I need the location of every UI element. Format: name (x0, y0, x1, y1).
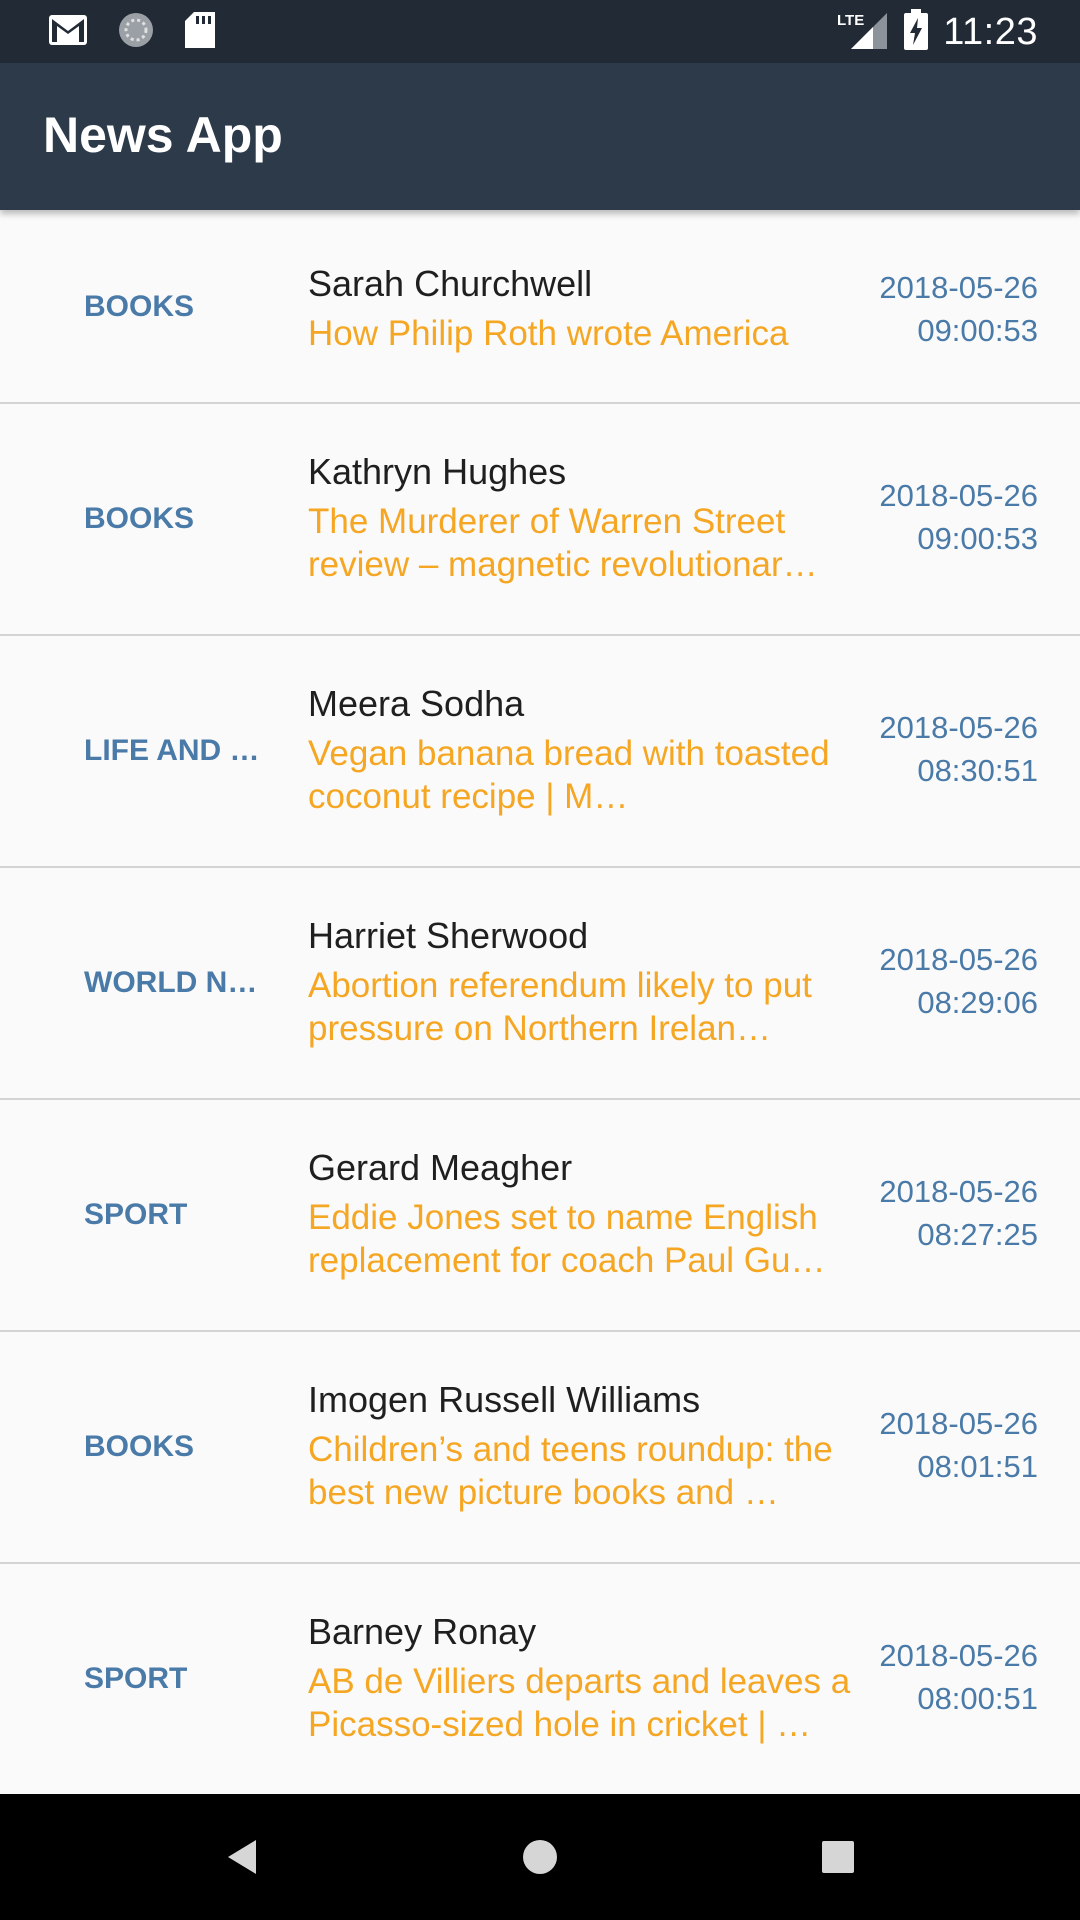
publish-time: 08:29:06 (917, 985, 1038, 1020)
section-label: BOOKS (84, 502, 195, 535)
author-name: Harriet Sherwood (308, 915, 589, 956)
news-list-item[interactable]: SPORT Gerard Meagher Eddie Jones set to … (0, 1100, 1080, 1332)
publish-date: 2018-05-26 (879, 270, 1038, 305)
section-label: LIFE AND … (84, 734, 260, 767)
headline: Children’s and teens roundup: the best n… (308, 1430, 833, 1512)
article-text: Kathryn Hughes The Murderer of Warren St… (308, 450, 853, 586)
status-bar: LTE 11:23 (0, 0, 1080, 63)
publish-datetime: 2018-05-26 09:00:53 (838, 474, 1038, 560)
section-label: WORLD NE… (84, 966, 264, 999)
app-bar: News App (0, 63, 1080, 210)
news-list[interactable]: BOOKS Sarah Churchwell How Philip Roth w… (0, 210, 1080, 1794)
publish-date: 2018-05-26 (879, 710, 1038, 745)
publish-date: 2018-05-26 (879, 478, 1038, 513)
publish-datetime: 2018-05-26 08:27:25 (838, 1170, 1038, 1256)
publish-datetime: 2018-05-26 08:00:51 (838, 1634, 1038, 1720)
publish-datetime: 2018-05-26 08:29:06 (838, 938, 1038, 1024)
headline: The Murderer of Warren Street review – m… (308, 502, 818, 584)
home-icon (523, 1840, 557, 1874)
system-status: LTE 11:23 (837, 8, 1038, 56)
section-label: BOOKS (84, 1430, 195, 1463)
navigation-bar (0, 1794, 1080, 1920)
screen: LTE 11:23 News App BOOKS Sarah Churchwel… (0, 0, 1080, 1920)
gmail-icon (48, 14, 88, 51)
author-name: Gerard Meagher (308, 1147, 573, 1188)
app-title: News App (43, 107, 283, 163)
news-list-item[interactable]: BOOKS Sarah Churchwell How Philip Roth w… (0, 210, 1080, 404)
article-text: Barney Ronay AB de Villiers departs and … (308, 1610, 853, 1746)
battery-charging-icon (903, 8, 929, 56)
author-name: Meera Sodha (308, 683, 525, 724)
publish-time: 09:00:53 (917, 313, 1038, 348)
section-label: SPORT (84, 1662, 188, 1695)
author-name: Sarah Churchwell (308, 263, 593, 304)
home-button[interactable] (510, 1827, 570, 1887)
author-name: Barney Ronay (308, 1611, 537, 1652)
publish-datetime: 2018-05-26 08:01:51 (838, 1402, 1038, 1488)
headline: Eddie Jones set to name English replacem… (308, 1198, 826, 1280)
back-icon (228, 1840, 256, 1874)
news-list-item[interactable]: LIFE AND … Meera Sodha Vegan banana brea… (0, 636, 1080, 868)
notification-icons (48, 10, 216, 55)
section-label: BOOKS (84, 290, 195, 323)
back-button[interactable] (212, 1827, 272, 1887)
news-list-item[interactable]: BOOKS Kathryn Hughes The Murderer of War… (0, 404, 1080, 636)
article-text: Sarah Churchwell How Philip Roth wrote A… (308, 262, 853, 355)
publish-datetime: 2018-05-26 08:30:51 (838, 706, 1038, 792)
status-time: 11:23 (943, 10, 1038, 53)
network-type-label: LTE (837, 12, 864, 29)
publish-datetime: 2018-05-26 09:00:53 (838, 266, 1038, 352)
article-text: Imogen Russell Williams Children’s and t… (308, 1378, 853, 1514)
headline: Abortion referendum likely to put pressu… (308, 966, 812, 1048)
publish-time: 08:01:51 (917, 1449, 1038, 1484)
headline: Vegan banana bread with toasted coconut … (308, 734, 830, 816)
news-list-item[interactable]: BOOKS Imogen Russell Williams Children’s… (0, 1332, 1080, 1564)
publish-time: 09:00:53 (917, 521, 1038, 556)
publish-time: 08:30:51 (917, 753, 1038, 788)
author-name: Imogen Russell Williams (308, 1379, 701, 1420)
news-list-item[interactable]: WORLD NE… Harriet Sherwood Abortion refe… (0, 868, 1080, 1100)
article-text: Meera Sodha Vegan banana bread with toas… (308, 682, 853, 818)
signal-icon: LTE (837, 9, 889, 56)
publish-date: 2018-05-26 (879, 1406, 1038, 1441)
news-list-item[interactable]: SPORT Barney Ronay AB de Villiers depart… (0, 1564, 1080, 1794)
sd-card-icon (184, 11, 216, 54)
publish-time: 08:27:25 (917, 1217, 1038, 1252)
article-text: Harriet Sherwood Abortion referendum lik… (308, 914, 853, 1050)
headline: How Philip Roth wrote America (308, 314, 789, 353)
recents-icon (822, 1841, 854, 1873)
publish-date: 2018-05-26 (879, 942, 1038, 977)
publish-date: 2018-05-26 (879, 1638, 1038, 1673)
headline: AB de Villiers departs and leaves a Pica… (308, 1662, 851, 1744)
recents-button[interactable] (808, 1827, 868, 1887)
section-label: SPORT (84, 1198, 188, 1231)
sync-icon (116, 10, 156, 55)
publish-date: 2018-05-26 (879, 1174, 1038, 1209)
publish-time: 08:00:51 (917, 1681, 1038, 1716)
author-name: Kathryn Hughes (308, 451, 567, 492)
article-text: Gerard Meagher Eddie Jones set to name E… (308, 1146, 853, 1282)
